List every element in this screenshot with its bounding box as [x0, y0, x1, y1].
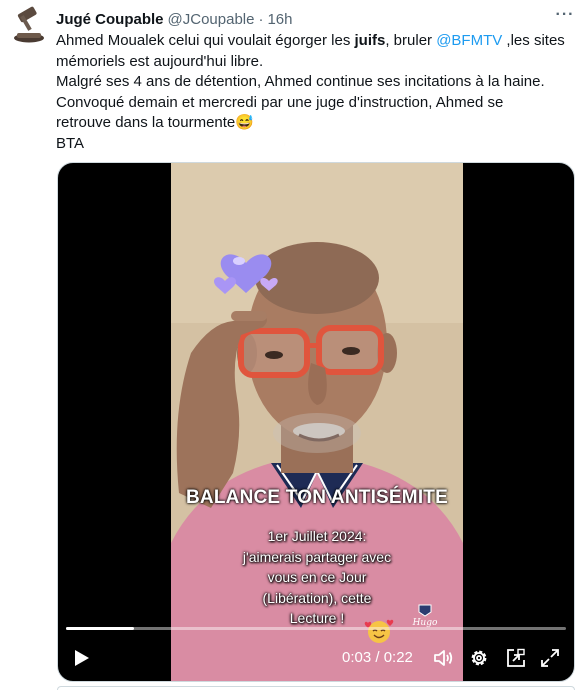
tweet-line-5: retrouve dans la tourmente😅: [56, 113, 582, 134]
settings-button[interactable]: [468, 647, 490, 669]
tweet-line-4: Convoqué demain et mercredi par une juge…: [56, 93, 504, 111]
video-progress-bar[interactable]: [66, 627, 566, 630]
video-time-readout: 0:03 / 0:22: [342, 649, 413, 666]
bold-word: juifs: [354, 32, 386, 49]
text-segment: Ahmed Moualek celui qui voulait égorger …: [56, 32, 355, 49]
gear-icon: [471, 650, 487, 666]
video-overlay-title: BALANCE TON ANTISÉMITE: [186, 487, 448, 508]
volume-button[interactable]: [432, 647, 454, 669]
volume-icon: [434, 650, 453, 666]
hugo-watermark: Hugo: [410, 603, 440, 629]
fullscreen-button[interactable]: [539, 647, 561, 669]
text-segment: retrouve dans la tourmente: [56, 114, 236, 131]
caption-line: 1er Juillet 2024:: [267, 528, 367, 544]
caption-line: j'aimerais partager avec: [242, 548, 392, 565]
text-segment: ,les sites: [502, 32, 565, 49]
play-icon: [75, 650, 89, 666]
gavel-icon: [14, 6, 44, 43]
caption-line: Lecture !: [289, 610, 345, 626]
tweet-timestamp[interactable]: 16h: [267, 11, 292, 28]
video-player[interactable]: BALANCE TON ANTISÉMITE 1er Juillet 2024:…: [57, 162, 575, 682]
picture-in-picture-icon: [507, 648, 525, 667]
tweet-text: Ahmed Moualek celui qui voulait égorger …: [56, 31, 582, 154]
author-name[interactable]: Jugé Coupable: [56, 11, 164, 28]
tweet-header: Jugé Coupable @JCoupable · 16h: [56, 9, 293, 29]
mention-link[interactable]: @BFMTV: [436, 32, 502, 49]
next-card-edge: [57, 686, 575, 690]
progress-fill: [66, 627, 134, 630]
separator-dot: ·: [258, 10, 264, 28]
watermark-logo: Hugo: [412, 604, 438, 628]
fullscreen-icon: [541, 649, 559, 667]
tweet-line-1: Ahmed Moualek celui qui voulait égorger …: [56, 31, 582, 52]
avatar[interactable]: [9, 6, 49, 46]
video-overlay-caption: 1er Juillet 2024: j'aimerais partager av…: [198, 526, 436, 629]
tweet-line-2: mémoriels est aujourd'hui libre.: [56, 52, 264, 70]
smiling-hearts-emoji: [364, 617, 394, 645]
tweet-line-6: BTA: [56, 134, 85, 152]
tweet-line-3: Malgré ses 4 ans de détention, Ahmed con…: [56, 73, 545, 90]
tweet: Jugé Coupable @JCoupable · 16h ··· Ahmed…: [0, 0, 588, 690]
play-button[interactable]: [70, 647, 92, 669]
caption-line: vous en ce Jour: [267, 569, 367, 585]
author-handle[interactable]: @JCoupable: [168, 11, 255, 28]
sweat-smile-emoji: 😅: [235, 114, 254, 131]
text-segment: , bruler: [385, 32, 437, 49]
more-options-button[interactable]: ···: [553, 7, 577, 28]
picture-in-picture-button[interactable]: [505, 647, 527, 669]
caption-line: (Libération), cette: [262, 589, 372, 606]
